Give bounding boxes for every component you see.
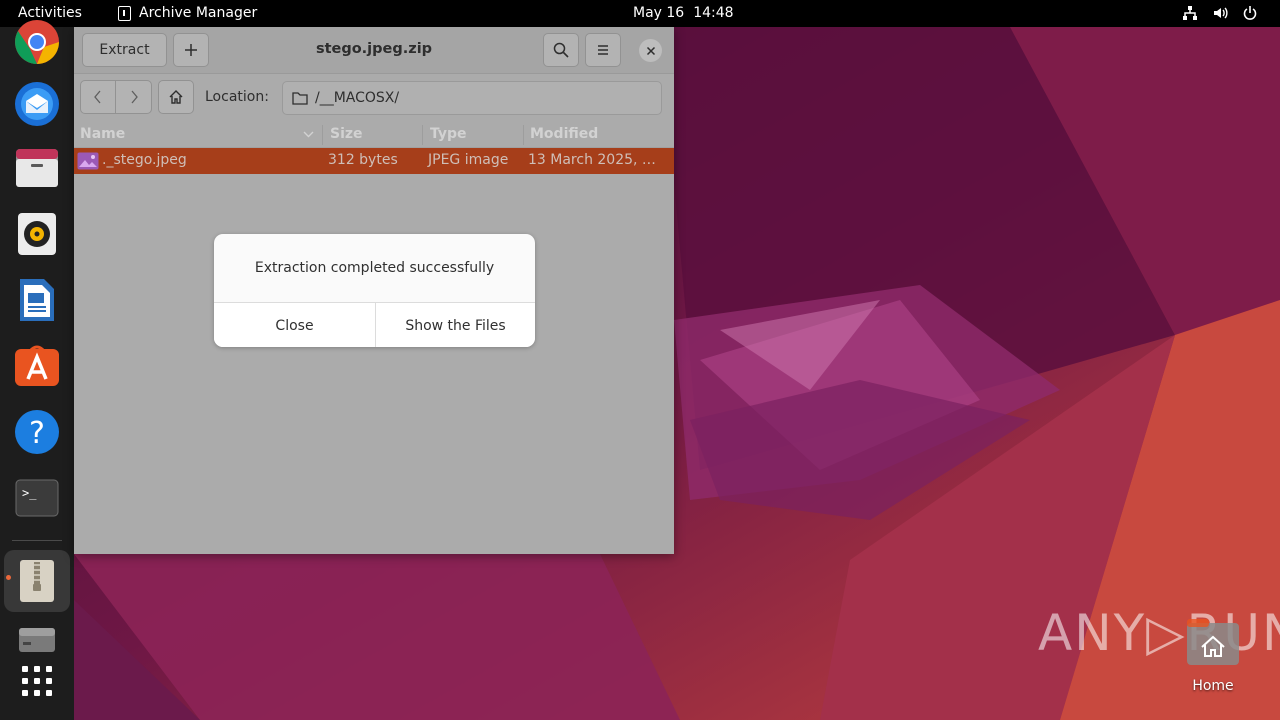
location-field[interactable]: /__MACOSX/ <box>282 81 662 115</box>
column-name[interactable]: Name <box>80 126 125 142</box>
hamburger-menu-icon <box>598 45 608 55</box>
volume-icon <box>1214 7 1228 19</box>
svg-text:?: ? <box>29 416 45 451</box>
location-path: /__MACOSX/ <box>315 90 400 106</box>
archive-app-icon <box>118 5 131 21</box>
system-tray[interactable] <box>1182 5 1258 21</box>
window-close-button[interactable] <box>639 39 662 62</box>
dock-rhythmbox[interactable] <box>4 203 70 265</box>
extraction-dialog: Extraction completed successfully Close … <box>214 234 535 347</box>
close-button[interactable]: Close <box>214 303 375 347</box>
power-icon <box>1243 6 1257 20</box>
rhythmbox-icon <box>18 213 56 255</box>
app-menu[interactable]: Archive Manager <box>118 5 257 21</box>
dock-files[interactable] <box>4 137 70 199</box>
dock-thunderbird[interactable] <box>4 71 70 133</box>
dock-writer[interactable] <box>4 269 70 331</box>
files-icon <box>16 149 58 187</box>
dock-chrome[interactable] <box>4 11 70 73</box>
chevron-left-icon <box>94 90 101 104</box>
file-size: 312 bytes <box>328 152 398 168</box>
chevron-right-icon <box>131 90 138 104</box>
column-size[interactable]: Size <box>330 126 363 142</box>
window-title: stego.jpeg.zip <box>315 41 433 57</box>
dock-archive-manager[interactable] <box>4 550 70 612</box>
dock-terminal[interactable]: >_ <box>4 467 70 529</box>
clock-time: 14:48 <box>693 5 734 21</box>
forward-button[interactable] <box>116 81 151 113</box>
column-divider <box>322 125 323 145</box>
home-icon <box>169 90 183 104</box>
search-button[interactable] <box>543 33 579 67</box>
chrome-icon <box>15 20 59 64</box>
header-bar: Extract stego.jpeg.zip <box>74 27 674 74</box>
desktop-home-shortcut[interactable] <box>1186 617 1240 667</box>
top-bar: Activities Archive Manager May 16 14:48 <box>0 0 1280 27</box>
file-modified: 13 March 2025, … <box>528 152 656 168</box>
column-headers: Name Size Type Modified <box>74 122 674 148</box>
search-icon <box>553 42 569 58</box>
terminal-icon: >_ <box>15 479 59 517</box>
home-folder-icon <box>1187 619 1239 665</box>
dock-app-center[interactable] <box>4 335 70 397</box>
file-list-empty-area[interactable] <box>74 174 674 554</box>
column-divider <box>523 125 524 145</box>
network-icon <box>1183 6 1197 20</box>
close-icon <box>646 46 655 55</box>
column-modified[interactable]: Modified <box>530 126 598 142</box>
anyrun-watermark: ANY▷RUN <box>1038 604 1280 662</box>
home-folder-button[interactable] <box>158 80 194 114</box>
nav-buttons <box>80 80 152 114</box>
sort-chevron-down-icon[interactable] <box>303 131 314 138</box>
clock-date: May 16 <box>633 5 685 21</box>
column-divider <box>422 125 423 145</box>
libreoffice-writer-icon <box>20 279 54 321</box>
dock-separator <box>12 540 62 541</box>
thunderbird-icon <box>15 82 59 126</box>
folder-icon <box>292 92 308 105</box>
location-label: Location: <box>205 89 269 105</box>
column-type[interactable]: Type <box>430 126 467 142</box>
location-bar: Location: /__MACOSX/ <box>74 74 674 122</box>
file-type: JPEG image <box>428 152 509 168</box>
menu-button[interactable] <box>585 33 621 67</box>
dialog-message: Extraction completed successfully <box>254 260 495 276</box>
dock: ? >_ <box>0 20 74 720</box>
clock[interactable]: May 16 14:48 <box>633 5 734 21</box>
dock-help[interactable]: ? <box>4 401 70 463</box>
show-apps-icon <box>22 666 52 696</box>
app-menu-label: Archive Manager <box>139 5 258 21</box>
dock-show-apps[interactable] <box>4 650 70 712</box>
app-center-icon <box>15 345 59 386</box>
archive-manager-icon <box>20 560 54 602</box>
file-row[interactable]: ._stego.jpeg 312 bytes JPEG image 13 Mar… <box>74 148 674 174</box>
image-file-icon <box>77 152 99 170</box>
desktop-home-label: Home <box>1192 678 1234 694</box>
dialog-button-area: Close Show the Files <box>214 302 535 347</box>
svg-text:>_: >_ <box>22 486 37 500</box>
show-files-button[interactable]: Show the Files <box>376 303 535 347</box>
back-button[interactable] <box>81 81 117 113</box>
help-icon: ? <box>15 410 59 454</box>
file-name: ._stego.jpeg <box>102 152 187 168</box>
